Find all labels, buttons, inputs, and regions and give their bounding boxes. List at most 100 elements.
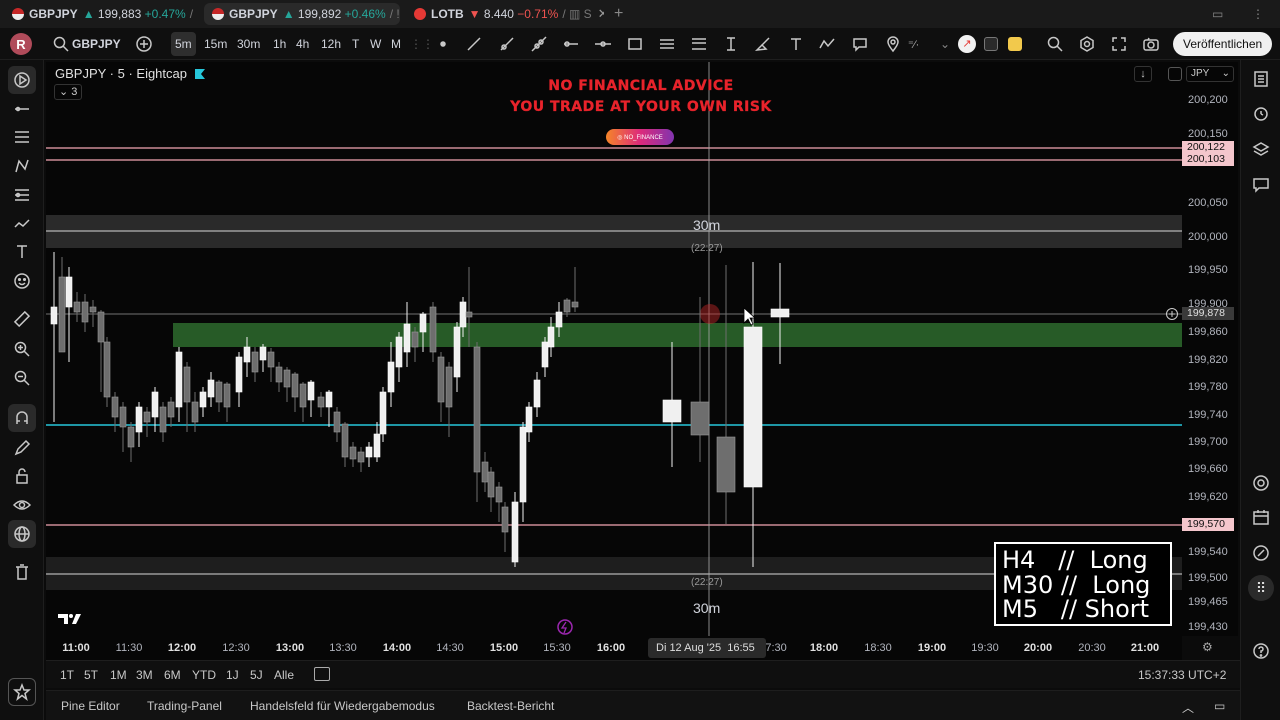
close-tab-icon[interactable]: ✕ xyxy=(598,6,604,22)
timeframe-12h[interactable]: 12h xyxy=(317,32,345,56)
timeframe-5m[interactable]: 5m xyxy=(171,32,196,56)
calendar-icon[interactable] xyxy=(1250,506,1272,528)
tab-trading-panel[interactable]: Trading-Panel xyxy=(147,699,222,713)
user-avatar[interactable]: R xyxy=(10,32,32,56)
apps-grid-icon[interactable]: ⠿ xyxy=(1248,575,1274,601)
chat-icon[interactable] xyxy=(1250,174,1272,196)
chevron-up-icon[interactable]: ︿ xyxy=(1182,699,1194,716)
target-icon[interactable] xyxy=(1250,472,1272,494)
zoom-in-icon[interactable] xyxy=(8,335,36,363)
horizontal-ray-icon[interactable] xyxy=(562,32,580,56)
chart-legend-title[interactable]: GBPJPY · 5 · Eightcap xyxy=(55,66,187,81)
tab-gbpjpy-1[interactable]: GBPJPY ▲ 199,883 +0.47% / ! xyxy=(4,3,196,25)
note-icon[interactable] xyxy=(1008,32,1022,56)
projection-icon[interactable] xyxy=(8,210,36,238)
timeframe-week[interactable]: W xyxy=(366,32,385,56)
price-axis[interactable]: JPY ⌄ 200,200 200,150 200,050 200,000 199,950… xyxy=(1168,62,1238,636)
range-1m[interactable]: 1M xyxy=(110,668,127,682)
alarm-clock-icon[interactable] xyxy=(1250,102,1272,124)
emoji-icon[interactable] xyxy=(8,267,36,295)
tab-backtest-report[interactable]: Backtest-Bericht xyxy=(467,699,554,713)
range-alle[interactable]: Alle xyxy=(274,668,294,682)
globe-icon[interactable] xyxy=(8,520,36,548)
range-1j[interactable]: 1J xyxy=(226,668,239,682)
time-axis-settings-icon[interactable]: ⚙ xyxy=(1202,640,1213,654)
timeframe-1h[interactable]: 1h xyxy=(269,32,290,56)
trash-icon[interactable] xyxy=(8,558,36,586)
range-ytd[interactable]: YTD xyxy=(192,668,216,682)
compare-add-icon[interactable] xyxy=(135,32,153,56)
timeframe-month[interactable]: M xyxy=(387,32,405,56)
pattern-icon[interactable] xyxy=(818,32,836,56)
tab-gbpjpy-2[interactable]: GBPJPY ▲ 199,892 +0.46% / ! xyxy=(204,3,400,25)
watchlist-icon[interactable] xyxy=(1250,68,1272,90)
lock-icon[interactable] xyxy=(8,462,36,490)
ideas-icon[interactable] xyxy=(1250,542,1272,564)
drag-handle-icon[interactable]: ⋮⋮ xyxy=(410,32,434,56)
indicators-toggle[interactable]: ⌄ 3 xyxy=(54,84,83,100)
event-lightning-icon[interactable] xyxy=(557,619,573,635)
camera-icon[interactable] xyxy=(1142,32,1160,56)
extended-line-icon[interactable] xyxy=(530,32,548,56)
cursor-icon[interactable] xyxy=(8,66,36,94)
eye-icon[interactable] xyxy=(8,491,36,519)
timeframe-30m[interactable]: 30m xyxy=(233,32,264,56)
goto-date-icon[interactable] xyxy=(314,667,330,681)
currency-select[interactable]: JPY ⌄ xyxy=(1186,66,1234,82)
text-icon[interactable] xyxy=(787,32,805,56)
range-5t[interactable]: 5T xyxy=(84,668,98,682)
tab-pine-editor[interactable]: Pine Editor xyxy=(61,699,120,713)
brush-icon[interactable] xyxy=(754,32,772,56)
symbol-search-button[interactable]: GBPJPY xyxy=(72,32,121,56)
widget-icon[interactable] xyxy=(984,32,998,56)
range-3m[interactable]: 3M xyxy=(136,668,153,682)
more-icon[interactable]: ⋮⋮ xyxy=(1244,3,1268,25)
settings-hex-icon[interactable] xyxy=(1078,32,1096,56)
scroll-down-icon[interactable]: ↓ xyxy=(1134,66,1152,82)
dot-tool-icon[interactable] xyxy=(434,32,452,56)
chevron-down-icon[interactable]: ⌄ xyxy=(940,32,950,56)
trend-line-icon[interactable] xyxy=(465,32,483,56)
range-1t[interactable]: 1T xyxy=(60,668,74,682)
zoom-out-icon[interactable] xyxy=(8,364,36,392)
chart-pane[interactable]: GBPJPY · 5 · Eightcap ⌄ 3 NO FINANCIAL A… xyxy=(46,62,1182,636)
timeframe-day[interactable]: T xyxy=(348,32,363,56)
auto-scale-icon[interactable] xyxy=(1168,67,1182,81)
rectangle-icon[interactable] xyxy=(626,32,644,56)
time-axis[interactable]: 11:00 11:30 12:00 12:30 13:00 13:30 14:00 14:30… xyxy=(46,636,1213,660)
maximize-panel-icon[interactable]: ▭ xyxy=(1214,699,1225,713)
help-icon[interactable] xyxy=(1250,640,1272,662)
window-layout-icon[interactable]: ▭ xyxy=(1204,3,1228,25)
tab-lotb[interactable]: LOTB ▼ 8.440 −0.71% / ▥ S ✕ xyxy=(406,3,604,25)
favorites-star-icon[interactable] xyxy=(8,678,36,706)
fullscreen-icon[interactable] xyxy=(1110,32,1128,56)
fib-tool-icon[interactable] xyxy=(8,181,36,209)
text-tool-icon[interactable] xyxy=(8,238,36,266)
range-6m[interactable]: 6M xyxy=(164,668,181,682)
tab-replay-trading[interactable]: Handelsfeld für Wiedergabemodus xyxy=(250,699,435,713)
callout-icon[interactable] xyxy=(851,32,869,56)
channel-tool-icon[interactable] xyxy=(8,123,36,151)
location-pin-icon[interactable] xyxy=(884,32,902,56)
new-tab-button[interactable]: + xyxy=(606,3,628,25)
fib-retracement-icon[interactable] xyxy=(690,32,708,56)
timeframe-4h[interactable]: 4h xyxy=(292,32,313,56)
ruler-icon[interactable] xyxy=(8,305,36,333)
timeframe-15m[interactable]: 15m xyxy=(200,32,231,56)
parallel-channel-icon[interactable] xyxy=(658,32,676,56)
line-tool-icon[interactable] xyxy=(8,95,36,123)
clock-display[interactable]: 15:37:33 UTC+2 xyxy=(1138,668,1226,682)
trend-indicator-icon[interactable]: ↗ xyxy=(958,32,976,56)
draw-mode-icon[interactable] xyxy=(8,434,36,462)
publish-button[interactable]: Veröffentlichen xyxy=(1173,32,1273,56)
magnet-icon[interactable] xyxy=(8,404,36,432)
range-5j[interactable]: 5J xyxy=(250,668,263,682)
indicator-search-icon[interactable] xyxy=(1046,32,1064,56)
text-cursor-icon[interactable] xyxy=(722,32,740,56)
more-tools-icon[interactable]: ⁼∕· xyxy=(908,32,919,56)
layers-icon[interactable] xyxy=(1250,138,1272,160)
pitchfork-icon[interactable] xyxy=(8,152,36,180)
horizontal-line-icon[interactable] xyxy=(594,32,612,56)
ray-icon[interactable] xyxy=(498,32,516,56)
search-icon[interactable] xyxy=(52,32,70,56)
